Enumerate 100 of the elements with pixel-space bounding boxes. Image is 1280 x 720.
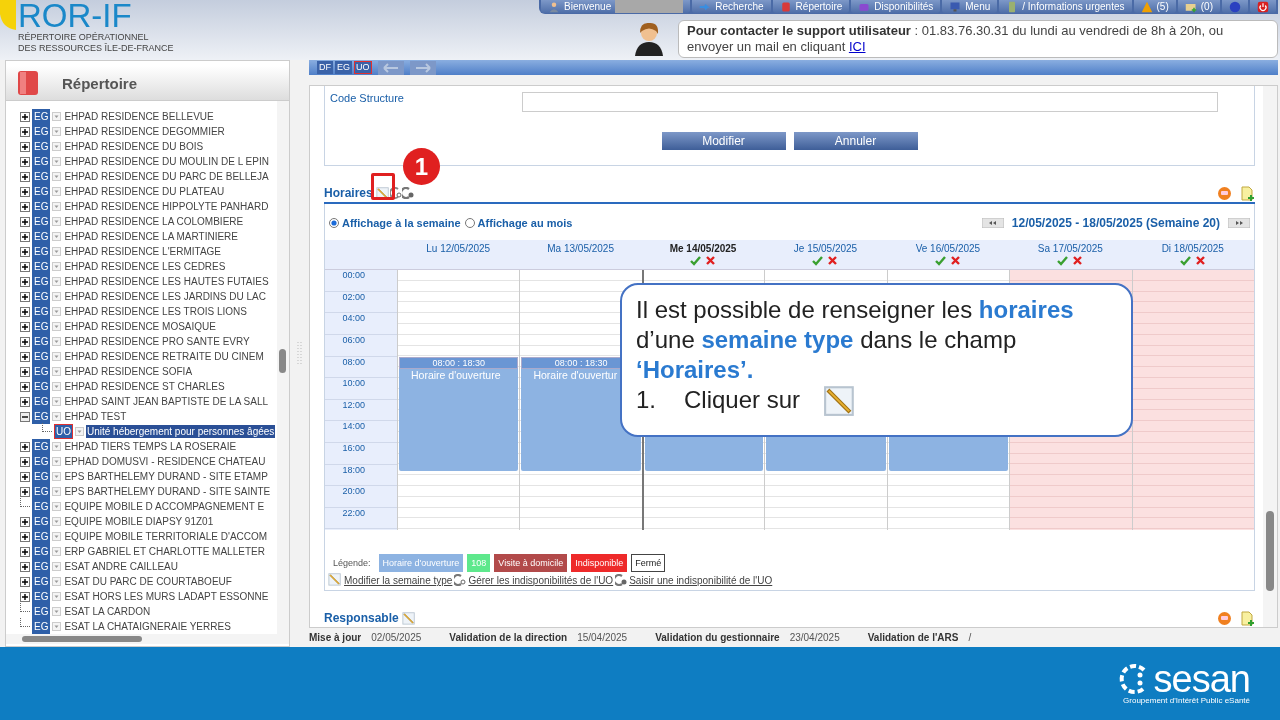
nav-button[interactable]: Menu (942, 0, 998, 13)
dropdown-icon[interactable] (52, 577, 62, 586)
scrollbar[interactable] (277, 101, 289, 634)
dropdown-icon[interactable] (52, 232, 62, 241)
form-button[interactable]: Modifier (661, 132, 786, 151)
view-radio[interactable]: Affichage à la semaine (329, 217, 461, 230)
check-icon[interactable] (1057, 255, 1069, 267)
nav-button[interactable] (1250, 0, 1276, 13)
dropdown-icon[interactable] (52, 277, 62, 286)
pencil-icon[interactable] (328, 572, 342, 587)
tree-item[interactable]: EHPAD RESIDENCE BELLEVUE (63, 110, 215, 123)
tree-item[interactable]: EHPAD SAINT JEAN BAPTISTE DE LA SALL (63, 395, 270, 408)
radio-icon[interactable] (464, 218, 475, 229)
cross-icon[interactable] (705, 255, 717, 267)
dropdown-icon[interactable] (52, 592, 62, 601)
add-page-icon[interactable] (1240, 610, 1255, 626)
dropdown-icon[interactable] (52, 127, 62, 136)
check-icon[interactable] (690, 255, 702, 267)
forward-icon[interactable] (409, 60, 436, 75)
dropdown-icon[interactable] (52, 607, 62, 616)
dropdown-icon[interactable] (52, 517, 62, 526)
expand-icon[interactable] (20, 291, 30, 302)
tree-item[interactable]: EQUIPE MOBILE TERRITORIALE D'ACCOM (63, 530, 269, 543)
tree-item[interactable]: EHPAD RESIDENCE DEGOMMIER (63, 125, 226, 138)
tree-item[interactable]: EHPAD RESIDENCE DU PLATEAU (63, 185, 226, 198)
tree-item[interactable]: EHPAD RESIDENCE SOFIA (63, 365, 194, 378)
dropdown-icon[interactable] (52, 187, 62, 196)
expand-icon[interactable] (20, 441, 30, 452)
dropdown-icon[interactable] (52, 217, 62, 226)
expand-icon[interactable] (20, 306, 30, 317)
form-button[interactable]: Annuler (793, 132, 918, 151)
collapse-icon[interactable] (20, 411, 30, 422)
tree-item[interactable]: EQUIPE MOBILE DIAPSY 91Z01 (63, 515, 215, 528)
dropdown-icon[interactable] (52, 562, 62, 571)
check-icon[interactable] (934, 255, 946, 267)
tree-item[interactable]: ERP GABRIEL ET CHARLOTTE MALLETER (63, 545, 266, 558)
tree-item[interactable]: ESAT HORS LES MURS LADAPT ESSONNE (63, 590, 270, 603)
dropdown-icon[interactable] (52, 487, 62, 496)
expand-icon[interactable] (20, 396, 30, 407)
level-tab[interactable]: EG (335, 61, 352, 75)
nav-button[interactable]: Recherche (692, 0, 771, 13)
expand-icon[interactable] (20, 381, 30, 392)
tree-item[interactable]: EHPAD RESIDENCE LES HAUTES FUTAIES (63, 275, 270, 288)
expand-icon[interactable] (20, 276, 30, 287)
tree-item[interactable]: EHPAD TEST (63, 410, 128, 423)
expand-icon[interactable] (20, 546, 30, 557)
expand-icon[interactable] (20, 186, 30, 197)
dropdown-icon[interactable] (52, 397, 62, 406)
tree-item[interactable]: EHPAD TIERS TEMPS LA ROSERAIE (63, 440, 238, 453)
tree-item[interactable]: ESAT DU PARC DE COURTABOEUF (63, 575, 233, 588)
nav-button[interactable]: (5) (1133, 0, 1176, 13)
dropdown-icon[interactable] (52, 412, 62, 421)
expand-icon[interactable] (20, 156, 30, 167)
expand-icon[interactable] (20, 111, 30, 122)
tree-item[interactable]: ESAT LA CHATAIGNERAIE YERRES (63, 620, 232, 633)
level-tab[interactable]: DF (317, 61, 333, 75)
nav-button[interactable]: / Informations urgentes (999, 0, 1132, 13)
expand-icon[interactable] (20, 366, 30, 377)
email-link[interactable]: ICI (848, 39, 866, 54)
previous-week-icon[interactable] (981, 218, 1004, 229)
action-link[interactable]: Gérer les indisponibilités de l'UO (468, 575, 614, 587)
expand-icon[interactable] (20, 456, 30, 467)
tree-item[interactable]: EHPAD RESIDENCE LA COLOMBIERE (63, 215, 245, 228)
add-page-icon[interactable] (1240, 185, 1255, 201)
back-icon[interactable] (377, 60, 404, 75)
dropdown-icon[interactable] (52, 307, 62, 316)
input-field[interactable] (522, 92, 1218, 113)
tree-item[interactable]: EHPAD RESIDENCE MOSAIQUE (63, 320, 217, 333)
dropdown-icon[interactable] (52, 112, 62, 121)
tree-item[interactable]: EHPAD RESIDENCE LES JARDINS DU LAC (63, 290, 267, 303)
expand-icon[interactable] (20, 216, 30, 227)
next-week-icon[interactable] (1228, 218, 1250, 229)
cross-icon[interactable] (1072, 255, 1084, 267)
dropdown-icon[interactable] (52, 352, 62, 361)
tree-item[interactable]: Unité hébergement pour personnes âgées (86, 425, 276, 438)
view-radio[interactable]: Affichage au mois (464, 217, 573, 230)
tree-item[interactable]: EHPAD RESIDENCE LA MARTINIERE (63, 230, 239, 243)
cross-icon[interactable] (949, 255, 961, 267)
nav-button[interactable]: (0) (1177, 0, 1220, 13)
check-icon[interactable] (812, 255, 824, 267)
dropdown-icon[interactable] (52, 172, 62, 181)
expand-icon[interactable] (20, 261, 30, 272)
tree-item[interactable]: EHPAD RESIDENCE DU PARC DE BELLEJA (63, 170, 270, 183)
dropdown-icon[interactable] (52, 262, 62, 271)
tree-item[interactable]: EHPAD RESIDENCE LES CEDRES (63, 260, 227, 273)
expand-icon[interactable] (20, 471, 30, 482)
dropdown-icon[interactable] (52, 157, 62, 166)
expand-icon[interactable] (20, 336, 30, 347)
dropdown-icon[interactable] (52, 322, 62, 331)
action-link[interactable]: Saisir une indisponibilité de l'UO (629, 575, 773, 587)
dropdown-icon[interactable] (52, 202, 62, 211)
nav-button[interactable]: Disponibilités (851, 0, 941, 13)
tree-item[interactable]: EHPAD RESIDENCE DU BOIS (63, 140, 205, 153)
nav-button[interactable]: Bienvenue (541, 0, 691, 13)
pencil-icon[interactable] (401, 611, 416, 626)
expand-icon[interactable] (20, 486, 30, 497)
cross-icon[interactable] (1194, 255, 1206, 267)
nav-button[interactable] (1222, 0, 1248, 13)
expand-icon[interactable] (20, 351, 30, 362)
expand-icon[interactable] (20, 141, 30, 152)
